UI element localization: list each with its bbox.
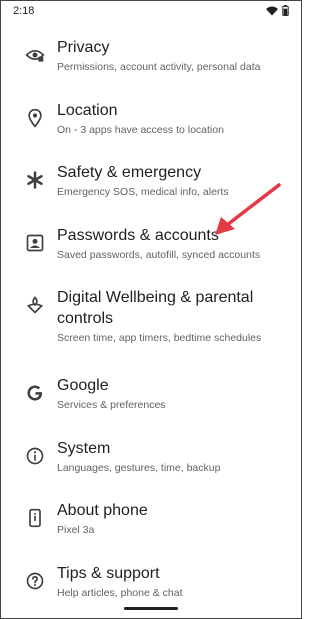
settings-item-location[interactable]: Location On - 3 apps have access to loca… <box>1 90 301 153</box>
settings-item-subtitle: Permissions, account activity, personal … <box>57 61 261 73</box>
navigation-handle[interactable] <box>124 607 178 610</box>
settings-item-subtitle: Pixel 3a <box>57 524 95 536</box>
location-pin-icon <box>25 108 45 128</box>
settings-item-title: Google <box>57 377 109 394</box>
settings-item-digital-wellbeing[interactable]: Digital Wellbeing & parental controls Sc… <box>1 277 301 365</box>
status-bar: 2:18 <box>1 1 301 23</box>
phone-screen: 2:18 Privacy Permissions, account activi… <box>0 0 302 619</box>
settings-list: Privacy Permissions, account activity, p… <box>1 27 301 615</box>
annotation-arrow-icon <box>215 183 281 235</box>
settings-item-title: System <box>57 439 111 457</box>
asterisk-icon <box>25 170 45 190</box>
settings-item-title: Digital Wellbeing & parental controls <box>57 289 254 327</box>
status-icons <box>266 5 289 16</box>
settings-item-privacy[interactable]: Privacy Permissions, account activity, p… <box>1 27 301 90</box>
settings-item-subtitle: Help articles, phone & chat <box>57 586 183 599</box>
account-box-icon <box>25 233 45 253</box>
status-time: 2:18 <box>13 5 35 17</box>
settings-item-title: Privacy <box>57 39 110 56</box>
phone-icon <box>25 508 45 528</box>
settings-item-google[interactable]: Google Services & preferences <box>1 365 301 428</box>
settings-item-title: Tips & support <box>57 564 160 582</box>
help-circle-icon <box>25 571 45 591</box>
settings-item-subtitle: On - 3 apps have access to location <box>57 123 224 136</box>
wellbeing-icon <box>25 295 45 315</box>
wifi-icon <box>266 6 278 15</box>
battery-icon <box>282 5 289 16</box>
google-g-icon <box>25 383 45 403</box>
settings-item-title: Location <box>57 101 118 119</box>
settings-item-subtitle: Screen time, app timers, bedtime schedul… <box>57 332 262 344</box>
settings-item-subtitle: Languages, gestures, time, backup <box>57 461 221 474</box>
settings-item-tips-support[interactable]: Tips & support Help articles, phone & ch… <box>1 553 301 616</box>
settings-item-title: About phone <box>57 502 148 519</box>
settings-item-subtitle: Saved passwords, autofill, synced accoun… <box>57 248 261 261</box>
settings-item-subtitle: Services & preferences <box>57 399 166 411</box>
info-circle-icon <box>25 446 45 466</box>
settings-item-system[interactable]: System Languages, gestures, time, backup <box>1 428 301 491</box>
settings-item-about-phone[interactable]: About phone Pixel 3a <box>1 490 301 553</box>
privacy-eye-icon <box>25 45 45 65</box>
